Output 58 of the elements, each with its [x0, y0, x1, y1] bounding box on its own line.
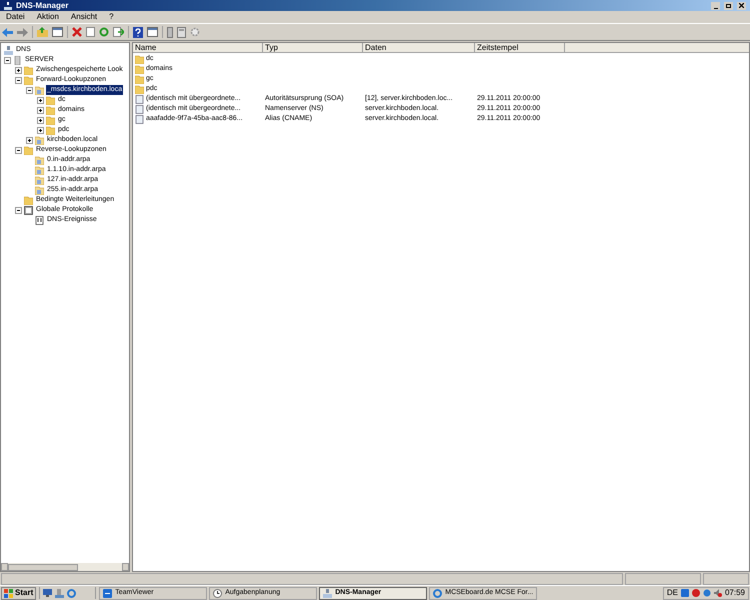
- volume-icon[interactable]: [714, 589, 722, 597]
- folder-icon: [24, 146, 33, 154]
- export-icon[interactable]: [113, 27, 124, 37]
- folder-icon: [24, 196, 33, 204]
- menu-item[interactable]: ?: [109, 13, 114, 21]
- teamviewer-icon[interactable]: [680, 589, 689, 597]
- expand-toggle[interactable]: [37, 106, 44, 114]
- browser-icon: [433, 588, 442, 598]
- expand-toggle[interactable]: [26, 136, 33, 144]
- restore-button[interactable]: [724, 2, 733, 10]
- windows-logo-icon: [4, 588, 13, 598]
- column-header[interactable]: Name: [133, 43, 263, 53]
- teamviewer-icon: [103, 588, 112, 598]
- zone-icon: [35, 156, 44, 164]
- help-icon[interactable]: [133, 26, 143, 38]
- log-icon: [24, 206, 33, 214]
- clock[interactable]: 07:59: [724, 587, 745, 599]
- expand-toggle[interactable]: [37, 116, 44, 124]
- expand-toggle[interactable]: [37, 96, 44, 104]
- panel-icon[interactable]: [52, 27, 63, 37]
- browser-icon[interactable]: [67, 588, 76, 598]
- collapse-toggle[interactable]: [15, 76, 22, 84]
- server-icon[interactable]: [167, 26, 173, 38]
- close-button[interactable]: [737, 2, 746, 10]
- server-icon[interactable]: [177, 26, 186, 38]
- start-button[interactable]: Start: [1, 586, 36, 600]
- expand-toggle[interactable]: [37, 126, 44, 134]
- zone-icon: [35, 86, 44, 94]
- event-log-icon: [35, 216, 44, 224]
- back-arrow-icon[interactable]: [2, 28, 13, 36]
- zone-icon: [35, 166, 44, 174]
- menu-item[interactable]: Aktion: [36, 13, 59, 21]
- panel-icon[interactable]: [147, 27, 158, 37]
- dns-icon: [4, 46, 13, 54]
- document-icon[interactable]: [86, 27, 95, 37]
- dns-icon: [4, 2, 12, 10]
- menu-item[interactable]: Ansicht: [70, 13, 98, 21]
- collapse-toggle[interactable]: [26, 86, 33, 94]
- column-header[interactable]: Typ: [263, 43, 363, 53]
- language-indicator[interactable]: DE: [666, 587, 678, 599]
- minimize-button[interactable]: [711, 2, 720, 10]
- zone-icon: [35, 186, 44, 194]
- delete-icon[interactable]: [72, 27, 82, 37]
- zone-icon: [35, 136, 44, 144]
- column-header[interactable]: Daten: [363, 43, 475, 53]
- menu-item[interactable]: Datei: [6, 13, 25, 21]
- zone-icon: [35, 176, 44, 184]
- collapse-toggle[interactable]: [15, 206, 22, 214]
- window-title: DNS-Manager: [16, 2, 68, 10]
- column-header[interactable]: Zeitstempel: [475, 43, 565, 53]
- server-icon: [13, 56, 22, 64]
- dns-icon: [323, 588, 332, 598]
- expand-toggle[interactable]: [15, 66, 22, 74]
- collapse-toggle[interactable]: [15, 146, 22, 154]
- desktop-icon[interactable]: [43, 589, 52, 597]
- clock-icon: [213, 588, 222, 598]
- horizontal-scrollbar[interactable]: [1, 563, 129, 571]
- collapse-toggle[interactable]: [4, 56, 11, 64]
